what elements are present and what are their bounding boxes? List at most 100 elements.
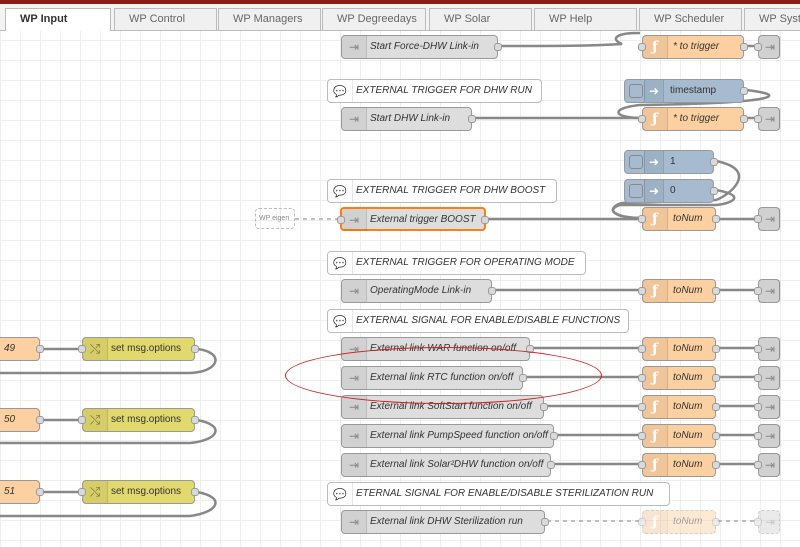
- output-port[interactable]: [494, 43, 502, 51]
- output-port[interactable]: [712, 518, 720, 526]
- output-port[interactable]: [712, 287, 720, 295]
- input-port[interactable]: [638, 115, 646, 123]
- output-port[interactable]: [712, 403, 720, 411]
- input-port[interactable]: [754, 432, 762, 440]
- speech-bubble-icon: 💬: [328, 310, 353, 332]
- output-port[interactable]: [550, 432, 558, 440]
- output-port[interactable]: [740, 87, 748, 95]
- function-node-tonum[interactable]: ƒ toNum: [638, 279, 720, 303]
- function-node-50[interactable]: 50: [0, 408, 44, 432]
- input-port[interactable]: [754, 345, 762, 353]
- link-out-node[interactable]: ⇥: [754, 35, 781, 59]
- link-in-solar-dhw-function[interactable]: ⇥ External link Solar²DHW function on/off: [341, 453, 555, 477]
- input-port[interactable]: [754, 374, 762, 382]
- comment-operating-mode[interactable]: 💬 EXTERNAL TRIGGER FOR OPERATING MODE: [327, 251, 586, 275]
- input-port[interactable]: [638, 345, 646, 353]
- link-out-node[interactable]: ⇥: [754, 207, 781, 231]
- input-port[interactable]: [754, 215, 762, 223]
- input-port[interactable]: [638, 518, 646, 526]
- output-port[interactable]: [712, 374, 720, 382]
- link-out-node[interactable]: ⇥: [754, 107, 781, 131]
- input-port[interactable]: [754, 461, 762, 469]
- change-node-set-msg-options[interactable]: ⤭ set msg.options: [78, 480, 199, 504]
- inject-trigger-button[interactable]: [624, 79, 643, 103]
- link-out-node[interactable]: ⇥: [754, 395, 781, 419]
- output-port[interactable]: [547, 461, 555, 469]
- input-port[interactable]: [638, 403, 646, 411]
- inject-node-0[interactable]: ➜ 0: [624, 179, 718, 203]
- comment-enable-disable-functions[interactable]: 💬 EXTERNAL SIGNAL FOR ENABLE/DISABLE FUNC…: [327, 309, 629, 333]
- link-in-boost[interactable]: ⇥ External trigger BOOST: [337, 207, 489, 231]
- link-in-icon: ⇥: [342, 454, 367, 476]
- function-node-tonum[interactable]: ƒ toNum: [638, 395, 720, 419]
- output-port[interactable]: [740, 43, 748, 51]
- output-port[interactable]: [710, 158, 718, 166]
- output-port[interactable]: [191, 416, 199, 424]
- inject-trigger-button[interactable]: [624, 179, 643, 203]
- link-in-pumpspeed-function[interactable]: ⇥ External link PumpSpeed function on/off: [341, 424, 558, 448]
- function-node-tonum[interactable]: ƒ toNum: [638, 424, 720, 448]
- input-port[interactable]: [754, 43, 762, 51]
- output-port[interactable]: [740, 115, 748, 123]
- input-port[interactable]: [638, 374, 646, 382]
- function-node-tonum[interactable]: ƒ toNum: [638, 337, 720, 361]
- link-out-icon: ⇥: [759, 396, 781, 418]
- output-port[interactable]: [481, 216, 489, 224]
- link-out-node[interactable]: ⇥: [754, 279, 781, 303]
- output-port[interactable]: [712, 215, 720, 223]
- change-node-set-msg-options[interactable]: ⤭ set msg.options: [78, 408, 199, 432]
- link-in-force-dhw[interactable]: ⇥ Start Force-DHW Link-in: [341, 35, 502, 59]
- comment-sterilization-run[interactable]: 💬 ETERNAL SIGNAL FOR ENABLE/DISABLE STERI…: [327, 482, 670, 506]
- input-port[interactable]: [78, 345, 86, 353]
- inject-node-1[interactable]: ➜ 1: [624, 150, 718, 174]
- input-port[interactable]: [638, 215, 646, 223]
- speech-bubble-icon: 💬: [328, 252, 353, 274]
- output-port[interactable]: [468, 115, 476, 123]
- comment-dhw-boost[interactable]: 💬 EXTERNAL TRIGGER FOR DHW BOOST: [327, 179, 557, 203]
- output-port[interactable]: [712, 432, 720, 440]
- input-port[interactable]: [754, 518, 762, 526]
- link-in-dhw-sterilization[interactable]: ⇥ External link DHW Sterilization run: [341, 510, 549, 534]
- output-port[interactable]: [541, 518, 549, 526]
- link-in-dhw[interactable]: ⇥ Start DHW Link-in: [341, 107, 476, 131]
- input-port[interactable]: [754, 287, 762, 295]
- input-port[interactable]: [638, 43, 646, 51]
- output-port[interactable]: [712, 345, 720, 353]
- ghost-node-wp-eigen[interactable]: WP eigen: [255, 208, 295, 229]
- link-out-node-disabled[interactable]: ⇥: [754, 510, 780, 534]
- output-port[interactable]: [488, 287, 496, 295]
- function-node-tonum[interactable]: ƒ toNum: [638, 207, 720, 231]
- inject-trigger-button[interactable]: [624, 150, 643, 174]
- input-port[interactable]: [337, 216, 345, 224]
- output-port[interactable]: [191, 488, 199, 496]
- input-port[interactable]: [638, 432, 646, 440]
- function-node-49[interactable]: 49: [0, 337, 44, 361]
- output-port[interactable]: [191, 345, 199, 353]
- input-port[interactable]: [754, 403, 762, 411]
- function-node-tonum[interactable]: ƒ toNum: [638, 453, 720, 477]
- output-port[interactable]: [540, 403, 548, 411]
- output-port[interactable]: [710, 187, 718, 195]
- input-port[interactable]: [78, 416, 86, 424]
- function-node-tonum-disabled[interactable]: ƒ toNum: [638, 510, 720, 534]
- function-node-tonum[interactable]: ƒ toNum: [638, 366, 720, 390]
- output-port[interactable]: [712, 461, 720, 469]
- change-node-set-msg-options[interactable]: ⤭ set msg.options: [78, 337, 199, 361]
- function-node-to-trigger[interactable]: ƒ * to trigger: [638, 107, 748, 131]
- input-port[interactable]: [638, 287, 646, 295]
- link-out-node[interactable]: ⇥: [754, 453, 781, 477]
- function-node-to-trigger[interactable]: ƒ * to trigger: [638, 35, 748, 59]
- output-port[interactable]: [36, 488, 44, 496]
- output-port[interactable]: [36, 345, 44, 353]
- link-out-node[interactable]: ⇥: [754, 424, 781, 448]
- link-out-node[interactable]: ⇥: [754, 366, 781, 390]
- link-out-node[interactable]: ⇥: [754, 337, 781, 361]
- comment-dhw-run[interactable]: 💬 EXTERNAL TRIGGER FOR DHW RUN: [327, 79, 542, 103]
- input-port[interactable]: [754, 115, 762, 123]
- link-in-operating-mode[interactable]: ⇥ OperatingMode Link-in: [341, 279, 496, 303]
- output-port[interactable]: [36, 416, 44, 424]
- function-node-51[interactable]: 51: [0, 480, 44, 504]
- input-port[interactable]: [638, 461, 646, 469]
- inject-node-timestamp[interactable]: ➜ timestamp: [624, 79, 748, 103]
- input-port[interactable]: [78, 488, 86, 496]
